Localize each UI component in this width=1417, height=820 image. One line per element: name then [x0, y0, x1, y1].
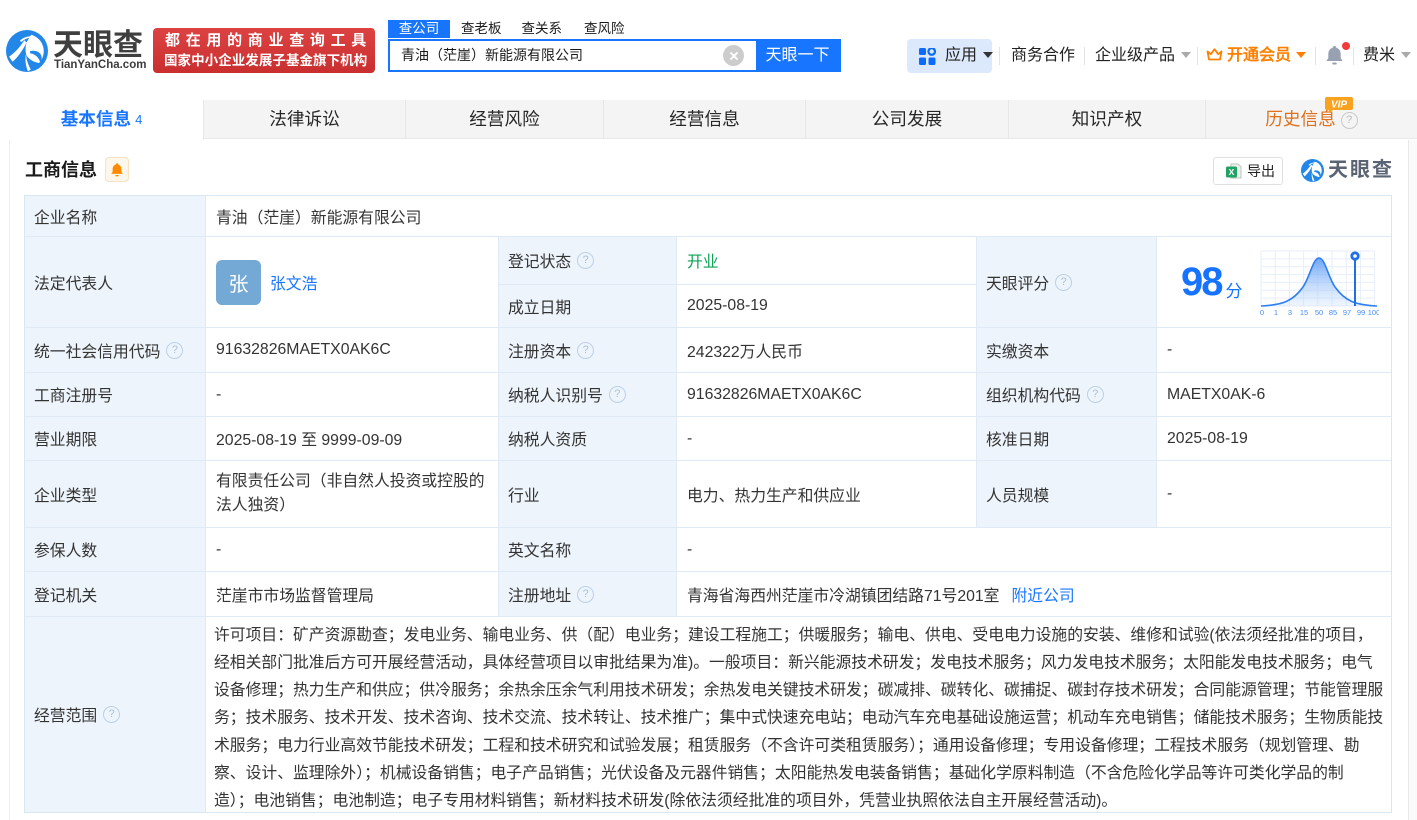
svg-text:X: X [1229, 167, 1235, 177]
svg-text:3: 3 [1287, 308, 1291, 317]
svg-text:50: 50 [1314, 308, 1322, 317]
svg-text:1: 1 [1273, 308, 1277, 317]
svg-text:15: 15 [1299, 308, 1307, 317]
svg-text:85: 85 [1328, 308, 1336, 317]
svg-text:100: 100 [1367, 308, 1378, 317]
svg-text:VIP: VIP [1331, 100, 1347, 111]
svg-text:99: 99 [1356, 308, 1364, 317]
svg-text:0: 0 [1259, 308, 1263, 317]
svg-text:97: 97 [1342, 308, 1350, 317]
